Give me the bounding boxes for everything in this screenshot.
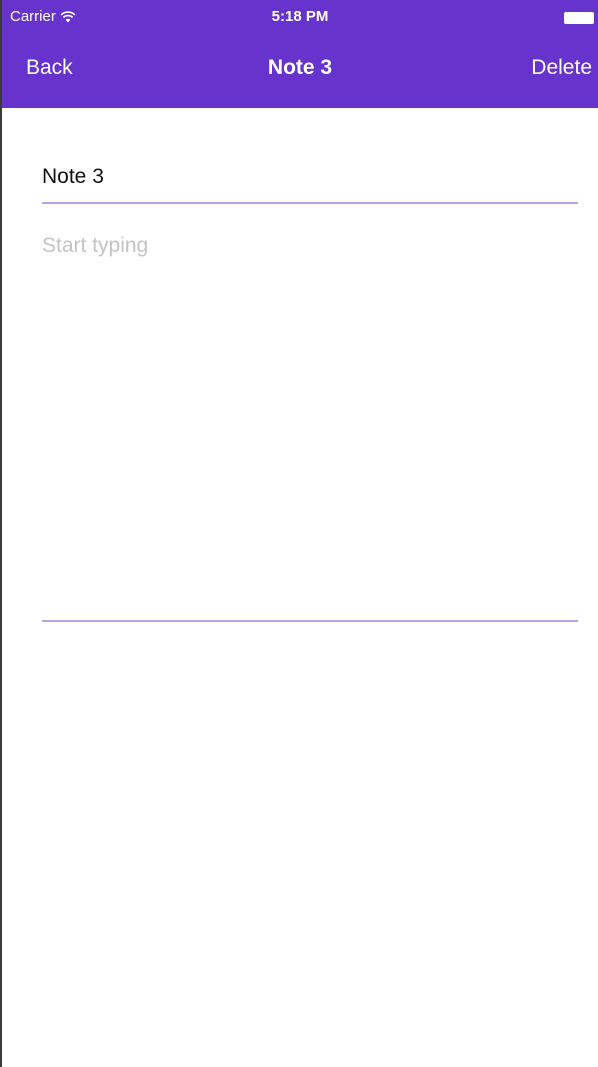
status-time: 5:18 PM bbox=[271, 8, 329, 25]
top-bar: Carrier 5:18 PM Back Note 3 Delete bbox=[2, 0, 598, 108]
note-editor-screen: Carrier 5:18 PM Back Note 3 Delete bbox=[0, 0, 598, 1067]
note-title-input[interactable] bbox=[42, 152, 578, 204]
delete-button[interactable]: Delete bbox=[531, 56, 592, 80]
status-bar: Carrier 5:18 PM bbox=[2, 0, 598, 36]
page-title: Note 3 bbox=[267, 56, 333, 79]
navigation-bar: Back Note 3 Delete bbox=[2, 36, 598, 108]
battery-icon bbox=[564, 12, 594, 24]
note-body-input[interactable] bbox=[42, 228, 578, 622]
